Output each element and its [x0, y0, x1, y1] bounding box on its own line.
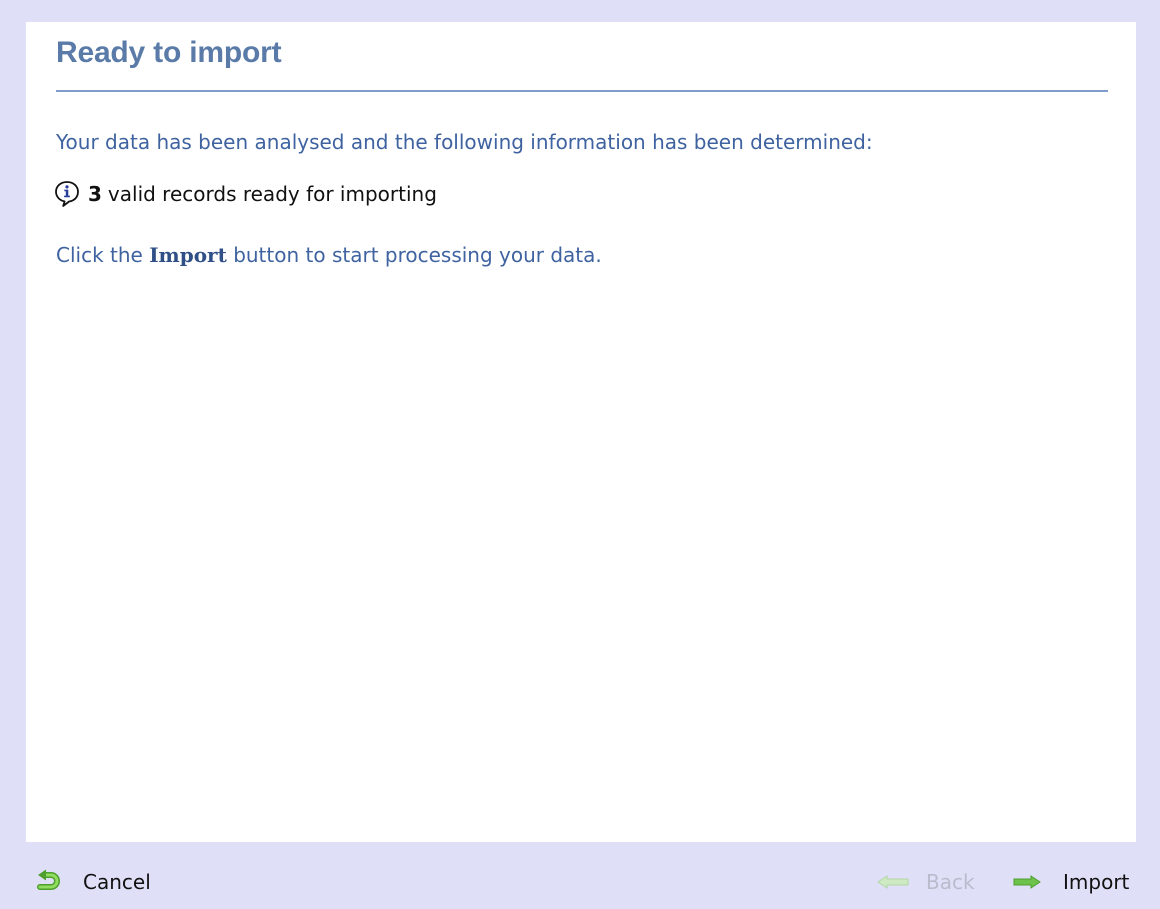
- return-arrow-icon: [35, 869, 83, 896]
- back-button[interactable]: Back: [876, 862, 975, 902]
- page-title: Ready to import: [56, 36, 282, 69]
- wizard-footer: Cancel Back Import: [0, 862, 1160, 902]
- right-arrow-icon: [1012, 870, 1063, 894]
- wizard-panel: Ready to import Your data has been analy…: [26, 22, 1136, 842]
- intro-text: Your data has been analysed and the foll…: [56, 130, 873, 154]
- import-label: Import: [1063, 870, 1130, 894]
- result-text: valid records ready for importing: [107, 182, 437, 206]
- result-summary: 3 valid records ready for importing: [54, 180, 437, 208]
- cancel-button[interactable]: Cancel: [35, 862, 151, 902]
- left-arrow-icon: [876, 870, 926, 894]
- valid-record-count: 3: [88, 182, 102, 206]
- back-label: Back: [926, 870, 975, 894]
- title-divider: [56, 90, 1108, 92]
- info-icon: [54, 180, 80, 208]
- instruction-emphasis: Import: [149, 243, 227, 267]
- instruction-suffix: button to start processing your data.: [233, 243, 602, 267]
- import-button[interactable]: Import: [1012, 862, 1129, 902]
- instruction-prefix: Click the: [56, 243, 143, 267]
- instruction-text: Click the Import button to start process…: [56, 243, 602, 267]
- cancel-label: Cancel: [83, 870, 151, 894]
